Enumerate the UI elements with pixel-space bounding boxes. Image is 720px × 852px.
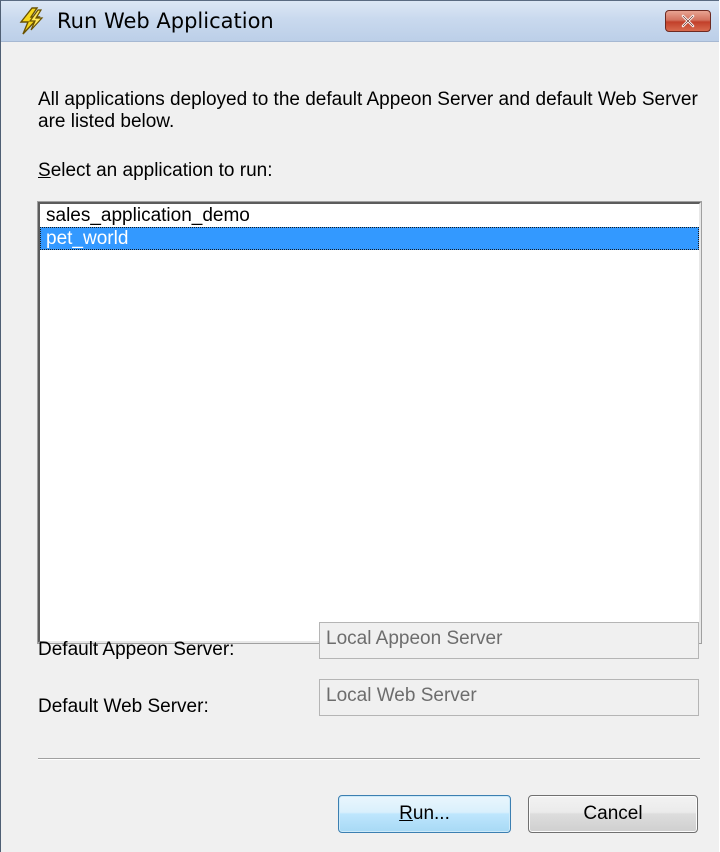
lightning-bolt-icon [19,7,44,35]
default-appeon-server-field: Local Appeon Server [319,622,699,659]
cancel-button[interactable]: Cancel [528,795,698,833]
dialog-body: All applications deployed to the default… [1,42,719,852]
close-button[interactable] [665,10,711,32]
separator-line [38,758,700,760]
select-label-text: elect an application to run: [50,160,273,181]
list-item-pet-world[interactable]: pet_world [40,227,699,250]
run-button[interactable]: Run... [338,795,511,833]
close-icon [681,14,695,28]
application-listbox[interactable]: sales_application_demo pet_world [37,201,702,644]
default-appeon-server-label: Default Appeon Server: [38,639,235,660]
select-label-mnemonic: S [38,160,51,181]
run-button-label: un... [412,803,450,824]
title-bar[interactable]: Run Web Application [1,1,719,42]
list-item-sales-application-demo[interactable]: sales_application_demo [40,204,699,227]
default-web-server-label: Default Web Server: [38,696,209,717]
window-title: Run Web Application [57,9,274,33]
run-button-mnemonic: R [399,803,413,824]
run-web-application-dialog: Run Web Application All applications dep… [0,0,719,852]
select-application-label: Select an application to run: [38,160,273,182]
description-text: All applications deployed to the default… [38,89,698,132]
default-web-server-field: Local Web Server [319,679,699,716]
